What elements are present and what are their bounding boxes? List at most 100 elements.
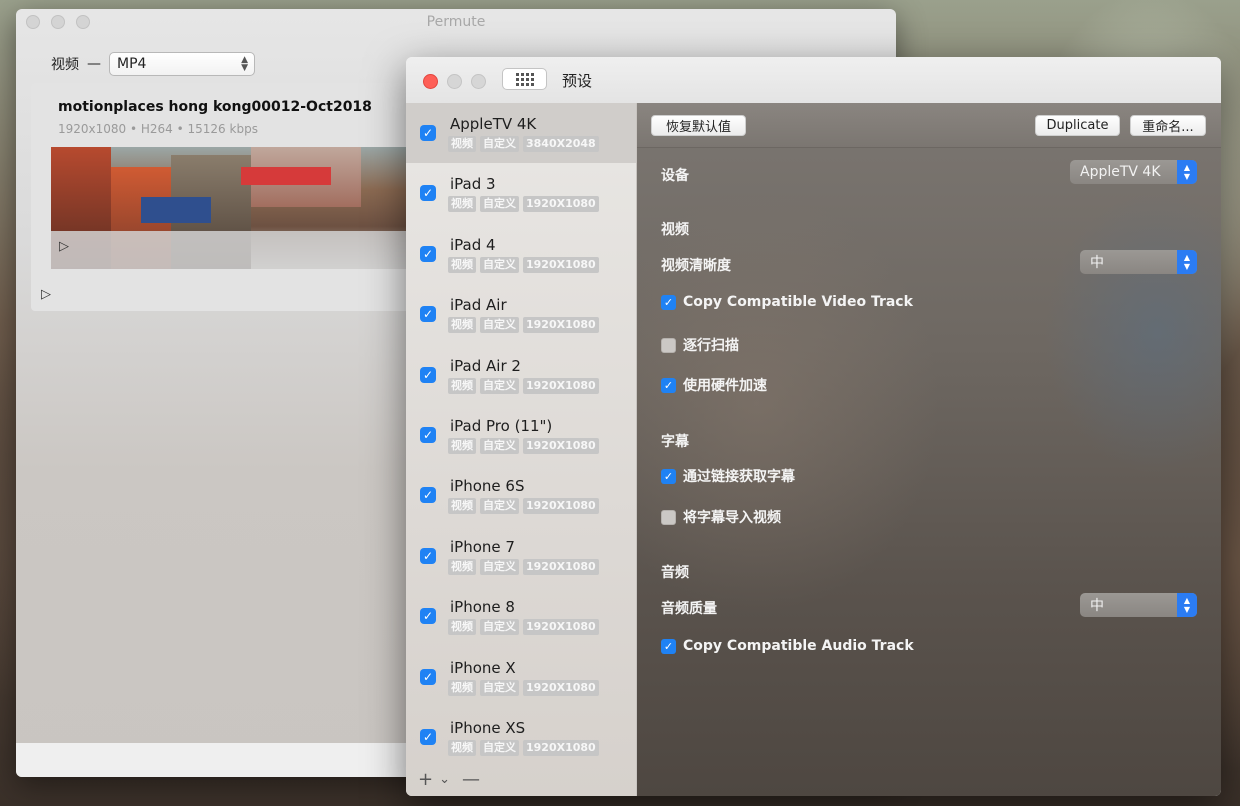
preset-tags: 视频 自定义 3840X2048 (448, 136, 603, 152)
hardware-accel-checkbox[interactable]: ✓ (661, 377, 676, 393)
restore-defaults-button[interactable]: 恢复默认值 (651, 115, 746, 136)
preset-tag: 视频 (448, 317, 476, 334)
copy-audio-track-row[interactable]: ✓ Copy Compatible Audio Track (661, 638, 914, 654)
preset-item[interactable]: ✓ iPad Air 2 视频 自定义 1920X1080 (406, 345, 636, 405)
preset-tags: 视频 自定义 1920X1080 (448, 619, 603, 636)
video-quality-popup[interactable]: 中 ▲ ▼ (1080, 250, 1197, 274)
audio-quality-popup[interactable]: 中 ▲ ▼ (1080, 593, 1197, 617)
chevron-down-icon[interactable]: ⌄ (439, 772, 450, 787)
preset-item[interactable]: ✓ iPhone X 视频 自定义 1920X1080 (406, 647, 636, 707)
copy-video-track-row[interactable]: ✓ Copy Compatible Video Track (661, 294, 913, 310)
preset-item[interactable]: ✓ iPad Pro (11") 视频 自定义 1920X1080 (406, 405, 636, 465)
preset-tag: 视频 (448, 679, 476, 696)
preset-tag: 视频 (448, 619, 476, 636)
preset-tag: 视频 (448, 438, 476, 454)
preset-name: iPad Air (450, 296, 507, 315)
copy-audio-track-checkbox[interactable]: ✓ (661, 638, 676, 654)
import-subtitles-label: 将字幕导入视频 (683, 510, 781, 526)
preset-checkbox[interactable]: ✓ (420, 487, 436, 504)
preset-item[interactable]: ✓ iPad Air 视频 自定义 1920X1080 (406, 284, 636, 344)
presets-sidebar: ✓ AppleTV 4K 视频 自定义 3840X2048 ✓ iPad 3 视频 自定义 192… (406, 103, 637, 796)
fetch-subtitles-checkbox[interactable]: ✓ (661, 468, 676, 484)
preset-checkbox[interactable]: ✓ (420, 306, 436, 323)
preset-checkbox[interactable]: ✓ (420, 427, 436, 443)
format-dash: — (87, 56, 101, 72)
preset-tags: 视频 自定义 1920X1080 (448, 679, 603, 696)
preset-tag: 1920X1080 (523, 317, 599, 334)
preset-tag: 自定义 (480, 740, 519, 756)
preset-tag: 视频 (448, 196, 476, 213)
copy-audio-track-label: Copy Compatible Audio Track (683, 638, 914, 654)
format-select-value: MP4 (117, 56, 147, 72)
preset-checkbox[interactable]: ✓ (420, 366, 436, 383)
progressive-scan-row[interactable]: 逐行扫描 (661, 335, 739, 355)
preset-tag: 视频 (448, 558, 476, 575)
preset-tag: 自定义 (480, 619, 519, 636)
hardware-accel-label: 使用硬件加速 (683, 378, 767, 394)
preset-item[interactable]: ✓ iPad 3 视频 自定义 1920X1080 (406, 163, 636, 223)
grid-view-button[interactable] (502, 68, 547, 90)
main-titlebar: Permute (16, 9, 896, 35)
video-thumbnail[interactable]: ▷ (51, 147, 451, 269)
preset-tags: 视频 自定义 1920X1080 (448, 740, 603, 756)
preset-item[interactable]: ✓ iPhone 7 视频 自定义 1920X1080 (406, 526, 636, 586)
format-label: 视频 (51, 57, 79, 73)
preset-tags: 视频 自定义 1920X1080 (448, 377, 603, 394)
preset-item[interactable]: ✓ iPhone 8 视频 自定义 1920X1080 (406, 586, 636, 646)
preset-item[interactable]: ✓ iPhone 6S 视频 自定义 1920X1080 (406, 465, 636, 525)
import-subtitles-row[interactable]: 将字幕导入视频 (661, 507, 781, 527)
video-quality-label: 视频清晰度 (661, 258, 731, 274)
preset-tag: 视频 (448, 256, 476, 273)
file-meta: 1920x1080 • H264 • 15126 kbps (58, 122, 258, 136)
zoom-button[interactable] (471, 74, 486, 89)
duplicate-button[interactable]: Duplicate (1035, 115, 1120, 136)
format-select[interactable]: MP4 ▲ ▼ (109, 52, 255, 76)
preset-tag: 自定义 (480, 377, 519, 394)
audio-quality-value: 中 (1090, 598, 1104, 614)
chevron-updown-icon: ▲ ▼ (1177, 593, 1197, 617)
remove-preset-button[interactable]: — (462, 769, 480, 790)
preset-checkbox[interactable]: ✓ (420, 608, 436, 625)
device-popup[interactable]: AppleTV 4K ▲ ▼ (1070, 160, 1197, 184)
preset-checkbox[interactable]: ✓ (420, 668, 436, 685)
preset-tag: 1920X1080 (523, 256, 599, 273)
copy-video-track-label: Copy Compatible Video Track (683, 294, 913, 310)
device-popup-value: AppleTV 4K (1080, 164, 1161, 180)
copy-video-track-checkbox[interactable]: ✓ (661, 294, 676, 310)
preset-tag: 视频 (448, 740, 476, 756)
preset-item[interactable]: ✓ iPad 4 视频 自定义 1920X1080 (406, 224, 636, 284)
preset-item[interactable]: ✓ AppleTV 4K 视频 自定义 3840X2048 (406, 103, 636, 163)
preset-checkbox[interactable]: ✓ (420, 185, 436, 202)
thumbnail-play-icon[interactable]: ▷ (59, 239, 69, 254)
preset-tag: 自定义 (480, 256, 519, 273)
video-quality-value: 中 (1090, 255, 1104, 271)
play-icon[interactable]: ▷ (41, 287, 51, 302)
preset-name: iPhone 7 (450, 537, 515, 556)
add-preset-button[interactable]: + (418, 769, 433, 790)
progressive-scan-checkbox[interactable] (661, 337, 676, 353)
preset-item[interactable]: ✓ iPhone XS 视频 自定义 1920X1080 (406, 707, 636, 767)
preset-checkbox[interactable]: ✓ (420, 125, 436, 141)
subtitles-section-heading: 字幕 (661, 434, 689, 450)
minimize-button[interactable] (447, 74, 462, 89)
chevron-updown-icon: ▲ ▼ (1177, 160, 1197, 184)
preset-checkbox[interactable]: ✓ (420, 729, 436, 745)
preset-name: iPhone XS (450, 719, 526, 737)
preset-checkbox[interactable]: ✓ (420, 245, 436, 262)
preset-checkbox[interactable]: ✓ (420, 547, 436, 564)
preset-tag: 3840X2048 (523, 136, 599, 152)
presets-window-title: 预设 (562, 72, 593, 90)
rename-button[interactable]: 重命名... (1130, 115, 1206, 136)
preset-name: AppleTV 4K (450, 115, 537, 133)
audio-quality-label: 音频质量 (661, 601, 717, 617)
preset-tags: 视频 自定义 1920X1080 (448, 498, 603, 515)
close-button[interactable] (423, 74, 438, 89)
import-subtitles-checkbox[interactable] (661, 509, 676, 525)
preset-tag: 1920X1080 (523, 740, 599, 756)
preset-name: iPad 4 (450, 235, 496, 254)
fetch-subtitles-row[interactable]: ✓ 通过链接获取字幕 (661, 466, 795, 486)
hardware-accel-row[interactable]: ✓ 使用硬件加速 (661, 375, 767, 395)
preset-tag: 1920X1080 (523, 377, 599, 394)
preset-name: iPad Pro (11") (450, 417, 553, 435)
main-window-title: Permute (426, 14, 486, 30)
